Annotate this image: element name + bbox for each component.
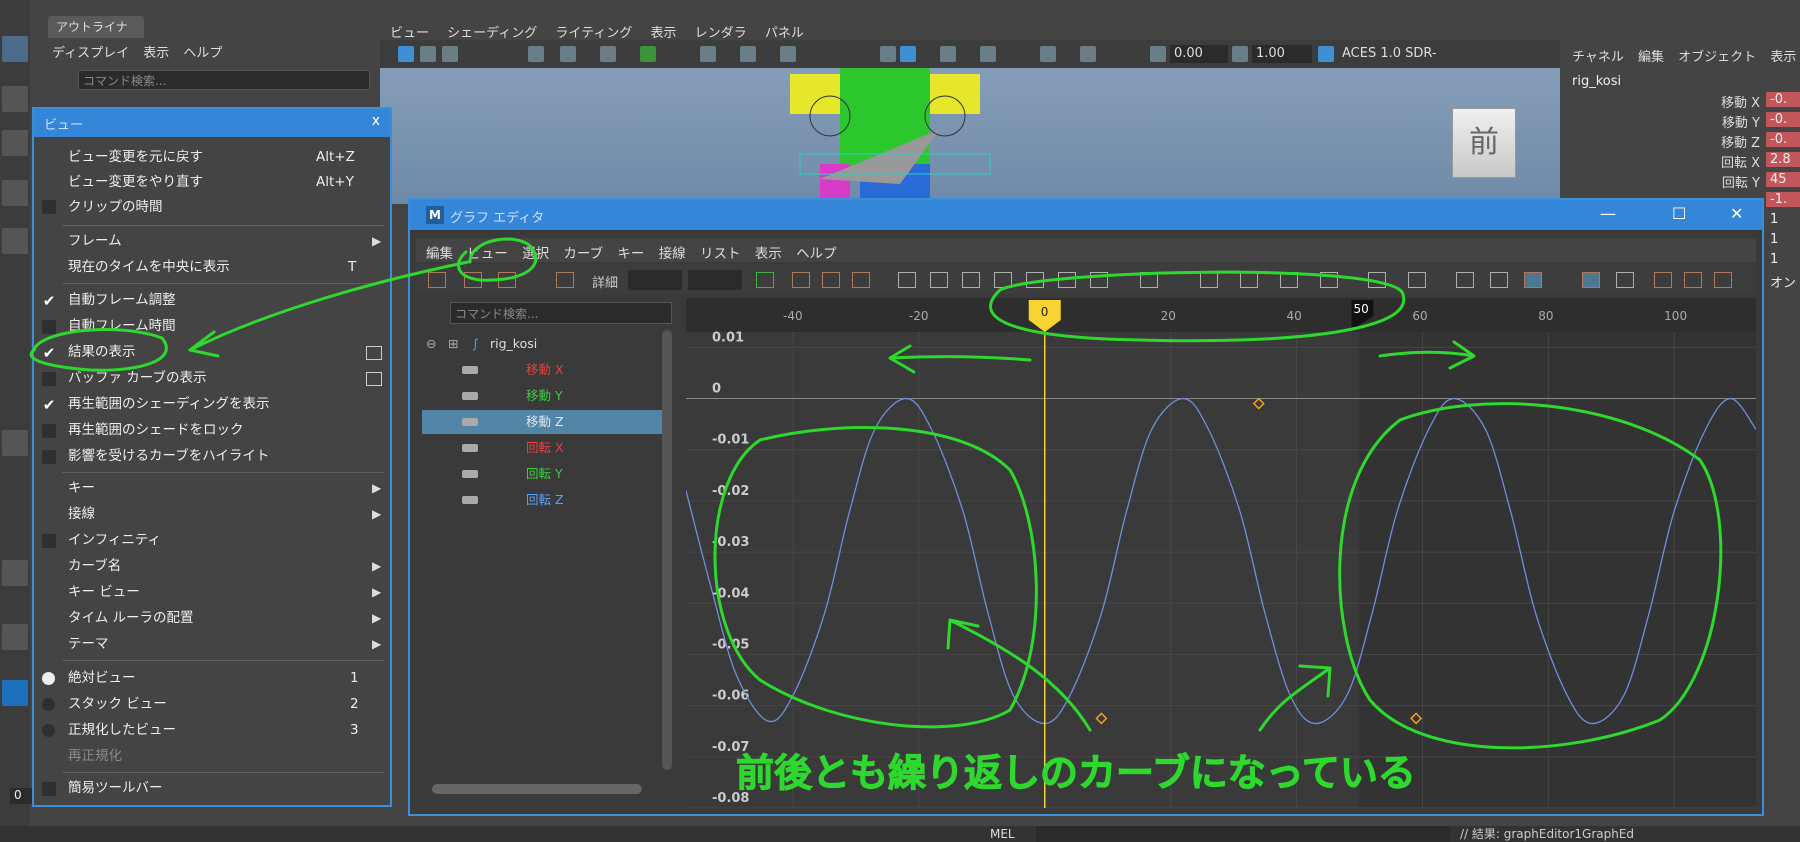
annotation-arrow-left xyxy=(888,344,1032,374)
annotation-text: 前後とも繰り返しのカーブになっている xyxy=(736,751,1416,795)
annotation-circle-show-results xyxy=(29,328,168,372)
annotation-circle-view-menu xyxy=(456,237,538,282)
annotation-layer: 前後とも繰り返しのカーブになっている xyxy=(29,237,1723,796)
annotation-circle-left-curve xyxy=(713,426,1038,729)
annotation-arrow-line xyxy=(188,260,470,352)
annotation-arrow-diag xyxy=(946,618,1092,732)
annotation-circle-timeline xyxy=(989,270,1406,343)
annotation-arrow-diag-right xyxy=(1258,664,1332,732)
annotation-arrow-right xyxy=(1378,340,1476,370)
annotation-circle-right-curve xyxy=(1338,402,1723,750)
